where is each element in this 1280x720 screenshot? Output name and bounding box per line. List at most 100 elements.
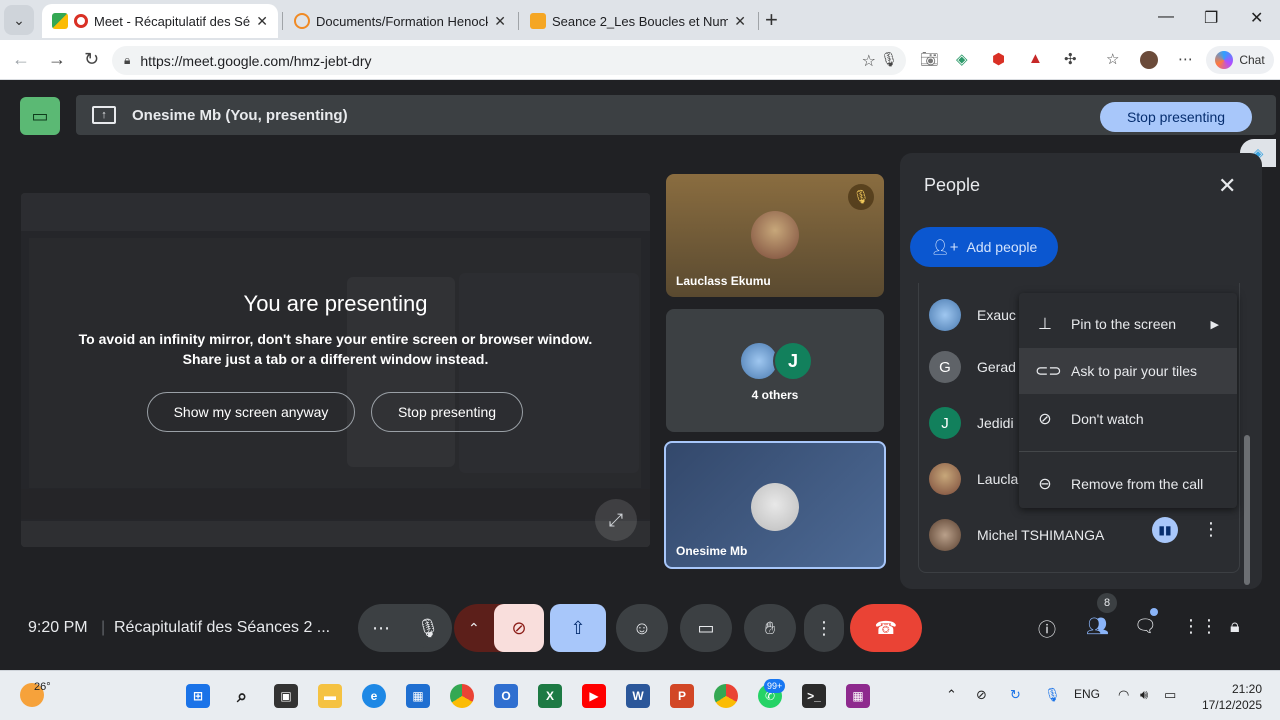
avatar: [929, 463, 961, 495]
menu-item-remove[interactable]: ⊖ Remove from the call: [1019, 461, 1237, 507]
profile-avatar[interactable]: [1140, 51, 1158, 69]
reload-icon[interactable]: ↻: [84, 49, 99, 70]
add-people-button[interactable]: 👤︎+ Add people: [910, 227, 1058, 267]
search-icon[interactable]: ⌕: [230, 684, 254, 708]
new-tab-icon[interactable]: +: [765, 7, 778, 33]
minimize-icon[interactable]: —: [1158, 8, 1174, 26]
site-info-icon[interactable]: 🔒︎: [124, 53, 130, 68]
raise-hand-button[interactable]: ✋︎: [744, 604, 796, 652]
slides-favicon-icon: [530, 13, 546, 29]
add-person-icon: 👤︎+: [930, 239, 959, 256]
youtube-icon[interactable]: ▶: [582, 684, 606, 708]
tab-seance[interactable]: Seance 2_Les Boucles et Numpy C ✕: [520, 4, 756, 38]
chat-icon[interactable]: 🗨︎: [1134, 616, 1157, 637]
tab-search-button[interactable]: ⌄: [4, 5, 34, 35]
stop-presenting-button[interactable]: Stop presenting: [1100, 102, 1252, 132]
captions-icon: ▭: [697, 617, 715, 638]
participant-tile-onesime[interactable]: Onesime Mb: [664, 441, 886, 569]
you-are-presenting-title: You are presenting: [243, 291, 428, 316]
chevron-up-icon[interactable]: ⌃: [468, 620, 480, 637]
extensions-puzzle-icon[interactable]: ✣: [1064, 50, 1077, 68]
preview-overlay: [21, 193, 650, 547]
show-screen-anyway-button[interactable]: Show my screen anyway: [147, 392, 355, 432]
leave-call-button[interactable]: ☎︎: [850, 604, 922, 652]
present-screen-button[interactable]: ⇧: [550, 604, 606, 652]
presenting-devices-icon[interactable]: ▭: [20, 97, 60, 135]
taskbar-clock[interactable]: 21:20 17/12/2025: [1200, 681, 1262, 713]
url-bar[interactable]: 🔒︎ https://meet.google.com/hmz-jebt-dry …: [112, 46, 906, 75]
file-explorer-icon[interactable]: ▬: [318, 684, 342, 708]
restore-icon[interactable]: ❐: [1204, 8, 1218, 28]
menu-item-pin[interactable]: ⊥ Pin to the screen ▶: [1019, 301, 1237, 347]
camera-icon[interactable]: 📷︎: [920, 50, 939, 68]
more-options-icon[interactable]: ⋯: [1178, 50, 1193, 68]
microphone-icon[interactable]: 🎙︎: [880, 51, 898, 68]
wifi-icon[interactable]: ◠: [1118, 687, 1129, 703]
list-item[interactable]: G Gerad: [929, 347, 1016, 387]
store-icon[interactable]: ▦: [406, 684, 430, 708]
people-panel-title: People: [924, 175, 981, 195]
network-off-icon[interactable]: ⊘: [976, 687, 987, 703]
language-indicator[interactable]: ENG: [1074, 687, 1100, 701]
close-tab-icon[interactable]: ✕: [256, 13, 268, 30]
camera-off-icon[interactable]: ⊘: [494, 604, 544, 652]
present-screen-icon: ⇧: [570, 617, 586, 638]
edge-icon[interactable]: e: [362, 684, 386, 708]
participant-tile-others[interactable]: J 4 others: [666, 309, 884, 432]
terminal-icon[interactable]: >_: [802, 684, 826, 708]
forward-icon[interactable]: →: [48, 49, 66, 70]
close-icon[interactable]: ✕: [1218, 173, 1236, 199]
menu-item-pair-tiles[interactable]: ⊂⊃ Ask to pair your tiles: [1019, 348, 1237, 394]
pdf-extension-icon[interactable]: ▲: [1028, 50, 1043, 67]
powerpoint-icon[interactable]: P: [670, 684, 694, 708]
favorites-icon[interactable]: ☆: [1106, 50, 1119, 68]
excel-icon[interactable]: X: [538, 684, 562, 708]
remove-circle-icon: ⊖: [1038, 476, 1052, 493]
microphone-icon[interactable]: 🎙︎: [408, 608, 448, 648]
list-item[interactable]: Laucla: [929, 459, 1018, 499]
activities-grid-icon[interactable]: ⋮⋮: [1182, 616, 1218, 637]
captions-button[interactable]: ▭: [680, 604, 732, 652]
temperature: 26°: [34, 681, 51, 693]
tab-divider: [518, 12, 519, 30]
tab-documents[interactable]: Documents/Formation Henock Pyt ✕: [284, 4, 516, 38]
chrome-profile-icon[interactable]: [714, 684, 738, 708]
teams-icon[interactable]: ▦: [846, 684, 870, 708]
back-icon[interactable]: ←: [12, 49, 30, 70]
extension-icon[interactable]: ◈: [956, 50, 968, 68]
more-vert-icon[interactable]: ⋮: [1202, 519, 1220, 540]
task-view-icon[interactable]: ▣: [274, 684, 298, 708]
close-tab-icon[interactable]: ✕: [494, 13, 506, 30]
menu-item-dont-watch[interactable]: ⊘ Don't watch: [1019, 396, 1237, 442]
start-windows-icon[interactable]: ⊞: [186, 684, 210, 708]
word-icon[interactable]: W: [626, 684, 650, 708]
volume-icon[interactable]: 🔊︎: [1140, 687, 1148, 703]
list-item[interactable]: Exauc: [929, 295, 1016, 335]
url-text[interactable]: https://meet.google.com/hmz-jebt-dry: [140, 53, 371, 69]
mic-tray-icon[interactable]: 🎙︎: [1044, 687, 1061, 703]
bookmark-star-icon[interactable]: ☆: [862, 51, 876, 71]
more-audio-icon[interactable]: ⋯: [372, 618, 390, 639]
adblock-icon[interactable]: ⬢: [992, 50, 1005, 68]
sync-icon[interactable]: ↻: [1010, 687, 1021, 703]
people-icon[interactable]: 👥︎: [1086, 616, 1109, 637]
chrome-icon[interactable]: [450, 684, 474, 708]
close-window-icon[interactable]: ✕: [1250, 8, 1263, 28]
emoji-reaction-button[interactable]: ☺: [616, 604, 668, 652]
list-item[interactable]: J Jedidi: [929, 403, 1014, 443]
meeting-info-icon[interactable]: ⓘ: [1038, 616, 1056, 642]
people-scrollbar[interactable]: [1244, 435, 1250, 585]
stop-presenting-preview-button[interactable]: Stop presenting: [371, 392, 523, 432]
host-controls-icon[interactable]: 🔒︎: [1230, 616, 1240, 637]
meeting-time: 9:20 PM: [28, 619, 88, 636]
battery-icon[interactable]: ▭: [1164, 687, 1176, 703]
outlook-icon[interactable]: O: [494, 684, 518, 708]
close-tab-icon[interactable]: ✕: [734, 13, 746, 30]
expand-icon[interactable]: ⤢: [595, 499, 637, 541]
tab-meet[interactable]: Meet - Récapitulatif des Séanc ✕: [42, 4, 278, 38]
copilot-chat-button[interactable]: Chat: [1206, 46, 1274, 74]
list-item[interactable]: Michel TSHIMANGA: [929, 515, 1104, 555]
show-hidden-icons[interactable]: ⌃: [946, 687, 957, 703]
more-options-button[interactable]: ⋮: [804, 604, 844, 652]
participant-tile-lauclass[interactable]: 🎙︎ Lauclass Ekumu: [666, 174, 884, 297]
